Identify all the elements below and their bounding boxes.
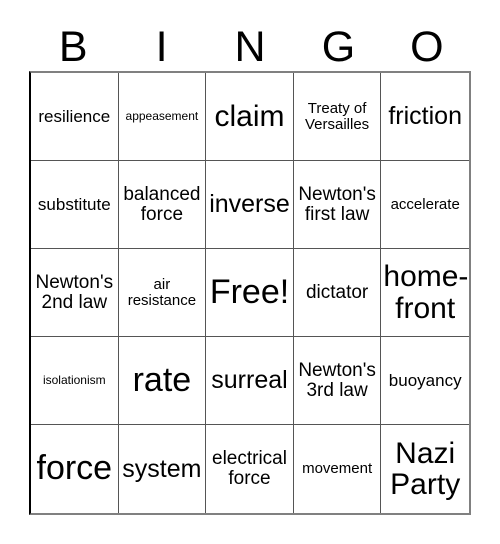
bingo-card: B I N G O resilience appeasement claim Trea… <box>0 0 500 544</box>
bingo-cell[interactable]: Treaty of Versailles <box>293 73 382 161</box>
bingo-cell-label: friction <box>388 102 462 131</box>
bingo-cell-label: system <box>122 454 202 483</box>
bingo-cell-label: dictator <box>305 281 369 303</box>
bingo-cell-label: Nazi Party <box>390 436 461 501</box>
bingo-cell[interactable]: isolationism <box>31 337 119 425</box>
bingo-cell-label: movement <box>302 460 373 478</box>
bingo-cell[interactable]: air resistance <box>118 249 207 337</box>
bingo-cell[interactable]: claim <box>206 73 294 161</box>
bingo-cell-label: accelerate <box>390 195 460 213</box>
bingo-header-letter-n: N <box>234 23 266 71</box>
bingo-free-space[interactable]: Free! <box>206 249 294 337</box>
bingo-cell[interactable]: electrical force <box>206 425 294 513</box>
bingo-cell-label: appeasement <box>125 109 199 124</box>
bingo-header-letter-o: O <box>410 23 444 71</box>
bingo-cell[interactable]: force <box>31 425 119 513</box>
bingo-cell[interactable]: rate <box>118 337 207 425</box>
bingo-cell[interactable]: movement <box>293 425 382 513</box>
bingo-header-letter-b: B <box>58 23 88 71</box>
bingo-cell[interactable]: balanced force <box>118 161 207 249</box>
bingo-cell[interactable]: friction <box>381 73 469 161</box>
bingo-cell[interactable]: Newton's first law <box>293 161 382 249</box>
bingo-cell-label: electrical force <box>212 448 287 489</box>
bingo-cell-label: Newton's 3rd law <box>298 359 376 401</box>
bingo-cell[interactable]: Newton's 2nd law <box>31 249 119 337</box>
bingo-cell-label: Newton's first law <box>298 183 376 225</box>
bingo-cell-label: buoyancy <box>388 370 462 390</box>
bingo-cell-label: balanced force <box>123 183 201 225</box>
bingo-cell-label: home- front <box>383 260 469 325</box>
bingo-cell[interactable]: system <box>118 425 207 513</box>
bingo-grid: resilience appeasement claim Treaty of Vers… <box>29 71 471 515</box>
bingo-cell-label: resilience <box>38 106 111 126</box>
bingo-cell-label: surreal <box>211 366 288 395</box>
bingo-header-row: B I N G O <box>29 14 471 71</box>
bingo-cell[interactable]: home- front <box>381 249 469 337</box>
bingo-cell[interactable]: Nazi Party <box>381 425 469 513</box>
bingo-cell-label: rate <box>132 360 192 399</box>
bingo-cell[interactable]: buoyancy <box>381 337 469 425</box>
bingo-cell[interactable]: surreal <box>206 337 294 425</box>
bingo-cell-label: Newton's 2nd law <box>35 271 114 313</box>
bingo-cell-label: Free! <box>209 272 290 311</box>
bingo-header-letter-i: I <box>155 23 168 71</box>
bingo-cell-label: Treaty of Versailles <box>304 99 370 133</box>
bingo-cell-label: inverse <box>209 190 290 219</box>
bingo-cell[interactable]: accelerate <box>381 161 469 249</box>
bingo-cell[interactable]: appeasement <box>118 73 207 161</box>
bingo-cell-label: air resistance <box>127 275 197 309</box>
bingo-cell[interactable]: inverse <box>206 161 294 249</box>
bingo-cell[interactable]: dictator <box>293 249 382 337</box>
bingo-cell-label: isolationism <box>42 373 106 388</box>
bingo-cell[interactable]: substitute <box>31 161 119 249</box>
bingo-cell-label: claim <box>214 99 285 133</box>
bingo-header-letter-g: G <box>321 23 356 71</box>
bingo-cell-label: substitute <box>37 194 111 214</box>
bingo-cell[interactable]: resilience <box>31 73 119 161</box>
bingo-cell-label: force <box>36 449 113 488</box>
bingo-cell[interactable]: Newton's 3rd law <box>293 337 382 425</box>
